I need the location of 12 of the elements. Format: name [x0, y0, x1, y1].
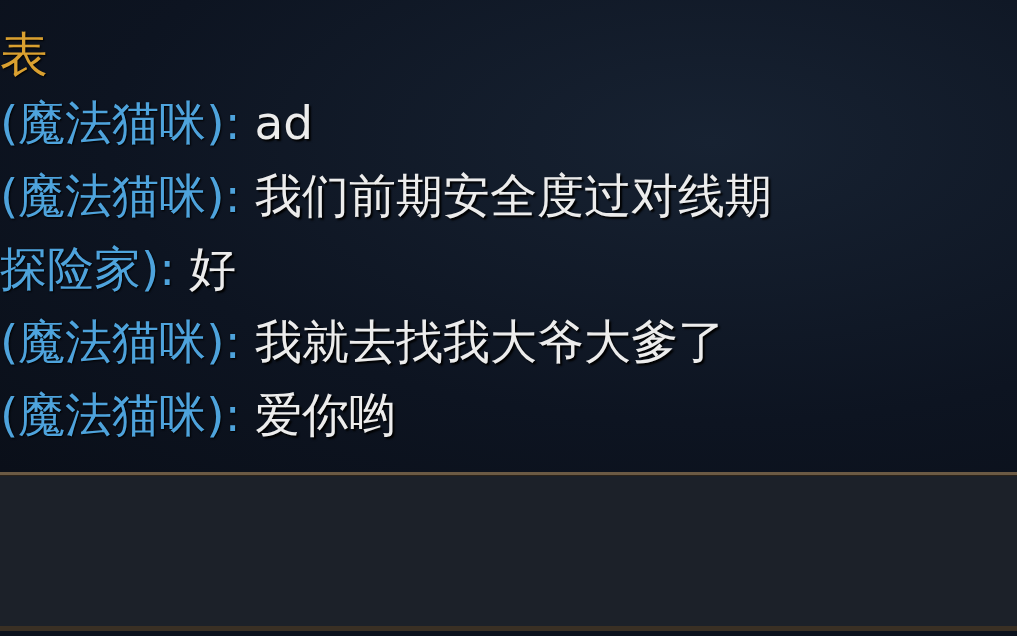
chat-input-field[interactable]: [0, 476, 1017, 631]
sender-name: (魔法猫咪):: [0, 95, 241, 150]
sender-name: (魔法猫咪):: [0, 387, 241, 442]
sender-name: 探险家):: [0, 241, 176, 296]
message-text: 爱你哟: [254, 387, 396, 442]
message-text: 好: [189, 241, 237, 296]
sender-name: (魔法猫咪):: [0, 314, 241, 369]
message-text: 我们前期安全度过对线期: [254, 168, 772, 223]
message-text: ad: [254, 95, 314, 150]
sender-name: (魔法猫咪):: [0, 168, 241, 223]
message-text: 我就去找我大爷大爹了: [254, 314, 725, 369]
chat-title: 表: [0, 25, 49, 84]
